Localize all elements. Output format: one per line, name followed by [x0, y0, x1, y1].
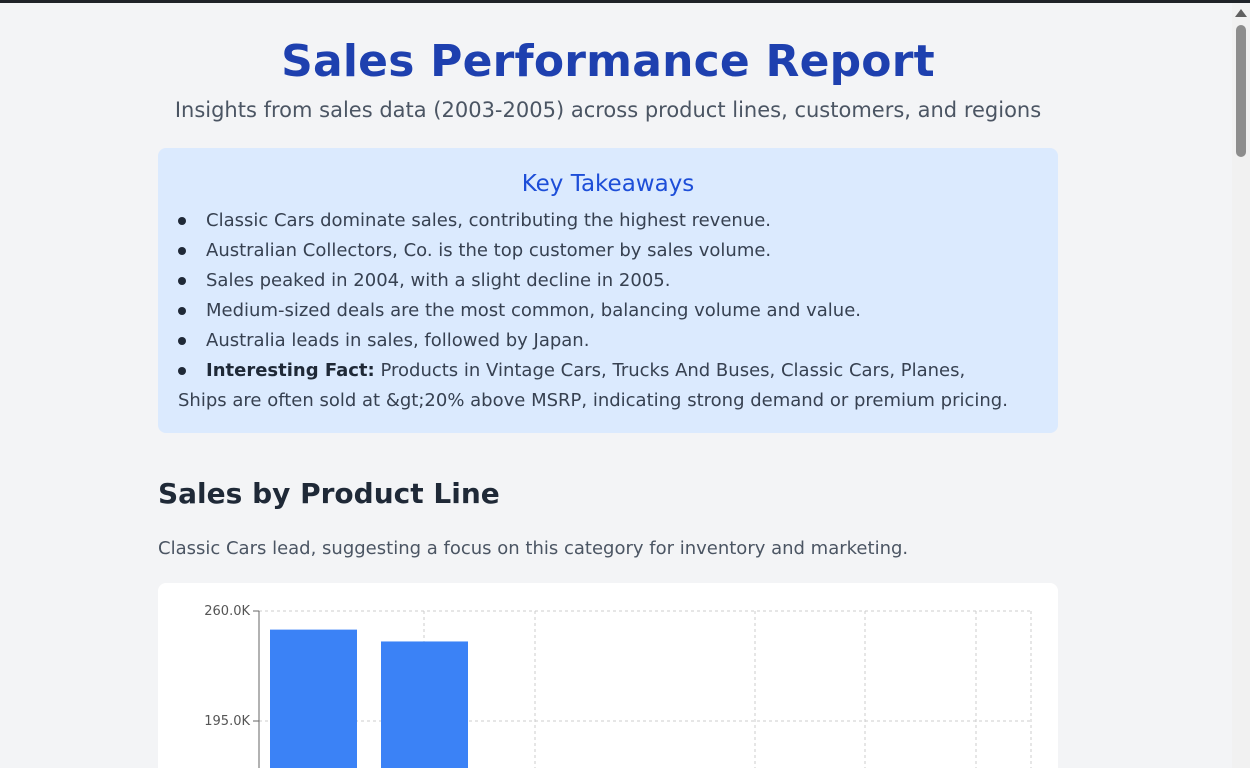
- page-title: Sales Performance Report: [281, 36, 935, 87]
- bullet-icon: [178, 307, 186, 315]
- product-line-bar-chart: 260.0K 195.0K: [204, 604, 1032, 768]
- takeaway-item: Sales peaked in 2004, with a slight decl…: [178, 266, 1018, 296]
- bar: [381, 641, 468, 768]
- takeaways-heading: Key Takeaways: [521, 171, 695, 197]
- scroll-up-arrow-icon[interactable]: [1235, 9, 1247, 17]
- takeaway-item: Classic Cars dominate sales, contributin…: [178, 206, 1018, 236]
- takeaway-item: Australia leads in sales, followed by Ja…: [178, 326, 1018, 356]
- takeaway-item: Medium-sized deals are the most common, …: [178, 296, 1018, 326]
- y-tick-label: 195.0K: [204, 714, 250, 729]
- bullet-icon: [178, 247, 186, 255]
- bar: [270, 629, 357, 768]
- takeaway-text: Australia leads in sales, followed by Ja…: [206, 330, 590, 351]
- key-takeaways-panel: Key Takeaways Classic Cars dominate sale…: [158, 148, 1058, 433]
- y-tick-label: 260.0K: [204, 604, 250, 619]
- takeaway-text: Classic Cars dominate sales, contributin…: [206, 210, 772, 231]
- takeaways-list: Classic Cars dominate sales, contributin…: [178, 206, 1018, 416]
- takeaway-item: Australian Collectors, Co. is the top cu…: [178, 236, 1018, 266]
- section-description: Classic Cars lead, suggesting a focus on…: [158, 538, 909, 559]
- report-page: Sales Performance Report Insights from s…: [0, 3, 1232, 768]
- section-title: Sales by Product Line: [158, 477, 500, 510]
- takeaway-text: Sales peaked in 2004, with a slight decl…: [206, 270, 671, 291]
- takeaway-text: Medium-sized deals are the most common, …: [206, 300, 862, 321]
- bullet-icon: [178, 277, 186, 285]
- page-subtitle: Insights from sales data (2003-2005) acr…: [174, 98, 1042, 122]
- fact-label: Interesting Fact:: [206, 360, 375, 381]
- bullet-icon: [178, 217, 186, 225]
- bullet-icon: [178, 367, 186, 375]
- bullet-icon: [178, 337, 186, 345]
- scrollbar-thumb[interactable]: [1236, 25, 1246, 157]
- takeaway-text: Australian Collectors, Co. is the top cu…: [206, 240, 772, 261]
- takeaway-item-fact: Interesting Fact: Products in Vintage Ca…: [178, 356, 1018, 416]
- vertical-scrollbar[interactable]: [1232, 3, 1250, 768]
- product-line-chart-card: 260.0K 195.0K: [158, 583, 1058, 768]
